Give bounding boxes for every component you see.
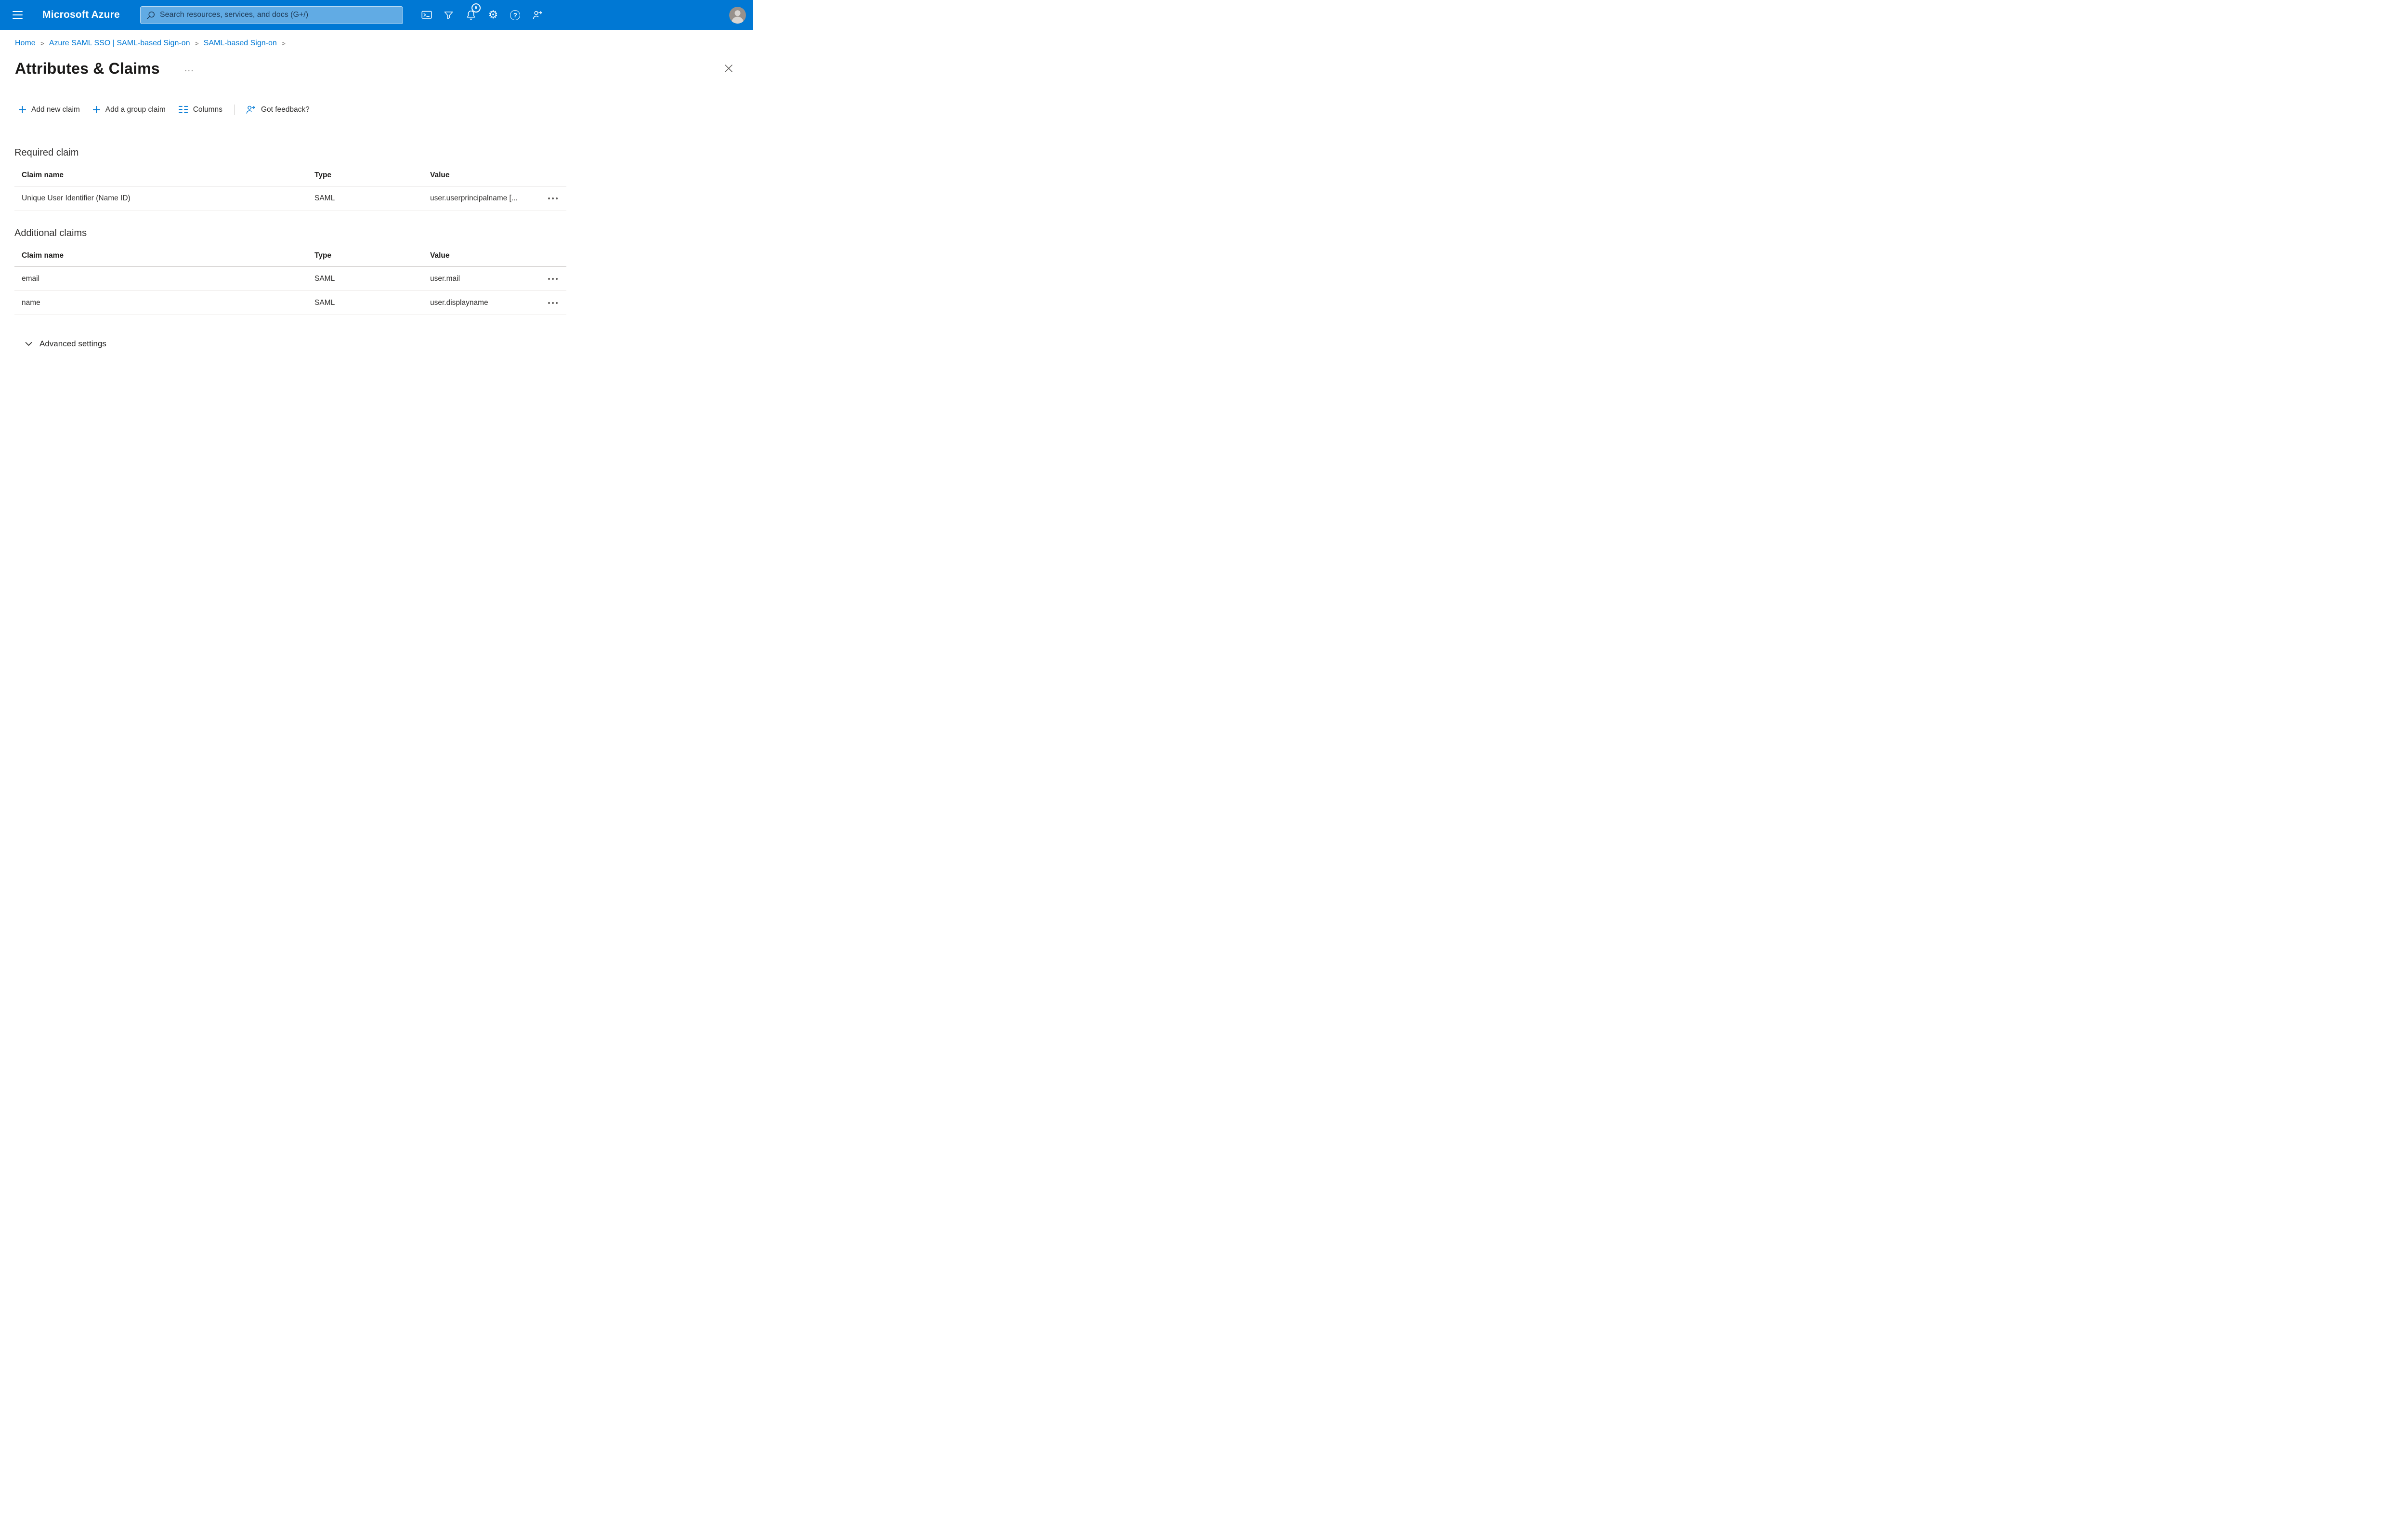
add-group-claim-label: Add a group claim (105, 105, 166, 114)
column-header-type: Type (314, 171, 332, 179)
cell-claim-name: name (22, 298, 40, 307)
cell-type: SAML (314, 274, 335, 283)
additional-claims-table: Claim name Type Value email SAML user.ma… (14, 245, 566, 315)
cell-value: user.mail (430, 274, 460, 283)
cloud-shell-button[interactable] (416, 0, 438, 30)
cell-claim-name: Unique User Identifier (Name ID) (22, 194, 131, 202)
table-header-row: Claim name Type Value (14, 245, 566, 267)
title-context-menu-button[interactable]: … (182, 63, 196, 73)
advanced-settings-toggle[interactable]: Advanced settings (23, 336, 108, 352)
add-new-claim-label: Add new claim (31, 105, 80, 114)
help-button[interactable]: ? (504, 0, 526, 30)
help-icon: ? (510, 10, 521, 20)
additional-claims-heading: Additional claims (14, 228, 87, 238)
notification-badge: 6 (471, 3, 481, 13)
top-bar: Microsoft Azure 6 (0, 0, 753, 30)
global-search-box[interactable] (140, 6, 403, 24)
advanced-settings-label: Advanced settings (39, 339, 106, 348)
cloud-shell-icon (421, 11, 432, 19)
got-feedback-label: Got feedback? (261, 105, 310, 114)
breadcrumb-saml-based-sign-on[interactable]: SAML-based Sign-on (204, 39, 277, 48)
cell-type: SAML (314, 298, 335, 307)
cell-type: SAML (314, 194, 335, 202)
required-claim-heading: Required claim (14, 147, 79, 158)
topbar-actions: 6 ⚙ ? (416, 0, 549, 30)
add-new-claim-button[interactable]: Add new claim (14, 103, 84, 117)
row-menu-button[interactable] (545, 298, 561, 308)
breadcrumb-home[interactable]: Home (15, 39, 36, 48)
row-menu-button[interactable] (545, 194, 561, 203)
toolbar-divider (234, 104, 235, 115)
plus-icon (19, 106, 26, 113)
required-claim-section: Required claim Claim name Type Value Uni… (14, 147, 566, 210)
plus-icon (92, 106, 100, 113)
columns-button[interactable]: Columns (174, 103, 226, 117)
column-header-claim-name: Claim name (22, 251, 64, 260)
search-icon (147, 11, 155, 19)
command-bar: Add new claim Add a group claim Columns … (14, 102, 744, 125)
table-row-name[interactable]: name SAML user.displayname (14, 291, 566, 315)
got-feedback-icon (246, 105, 255, 114)
column-header-type: Type (314, 251, 332, 260)
breadcrumb-azure-saml-sso[interactable]: Azure SAML SSO | SAML-based Sign-on (49, 39, 190, 48)
breadcrumb-separator: > (40, 39, 44, 47)
cell-claim-name: email (22, 274, 40, 283)
gear-icon: ⚙ (488, 8, 498, 21)
additional-claims-section: Additional claims Claim name Type Value … (14, 228, 566, 315)
table-header-row: Claim name Type Value (14, 165, 566, 186)
breadcrumb: Home > Azure SAML SSO | SAML-based Sign-… (15, 39, 753, 48)
table-row-unique-user-identifier[interactable]: Unique User Identifier (Name ID) SAML us… (14, 186, 566, 210)
column-header-value: Value (430, 171, 450, 179)
close-button[interactable] (721, 61, 736, 76)
required-claim-table: Claim name Type Value Unique User Identi… (14, 165, 566, 210)
hamburger-menu-button[interactable] (6, 6, 29, 24)
azure-brand: Microsoft Azure (42, 9, 120, 20)
cell-value: user.userprincipalname [... (430, 194, 518, 202)
cell-value: user.displayname (430, 298, 488, 307)
breadcrumb-separator: > (195, 39, 199, 47)
add-group-claim-button[interactable]: Add a group claim (89, 103, 170, 117)
feedback-button[interactable] (526, 0, 549, 30)
feedback-icon (533, 11, 542, 19)
avatar-person-icon (729, 6, 746, 24)
directory-filter-icon (445, 11, 453, 19)
breadcrumb-separator: > (281, 39, 286, 47)
search-input[interactable] (159, 11, 398, 19)
directory-filter-button[interactable] (438, 0, 460, 30)
table-row-email[interactable]: email SAML user.mail (14, 267, 566, 291)
chevron-down-icon (25, 342, 32, 346)
account-avatar[interactable] (729, 6, 746, 24)
row-menu-button[interactable] (545, 274, 561, 284)
page-header: Attributes & Claims … (0, 57, 753, 79)
got-feedback-button[interactable]: Got feedback? (241, 102, 314, 118)
page-title: Attributes & Claims (15, 59, 160, 77)
column-header-value: Value (430, 251, 450, 260)
notifications-button[interactable]: 6 (460, 0, 482, 30)
columns-label: Columns (193, 105, 222, 114)
settings-button[interactable]: ⚙ (482, 0, 504, 30)
columns-icon (178, 105, 188, 113)
close-icon (725, 65, 733, 72)
column-header-claim-name: Claim name (22, 171, 64, 179)
